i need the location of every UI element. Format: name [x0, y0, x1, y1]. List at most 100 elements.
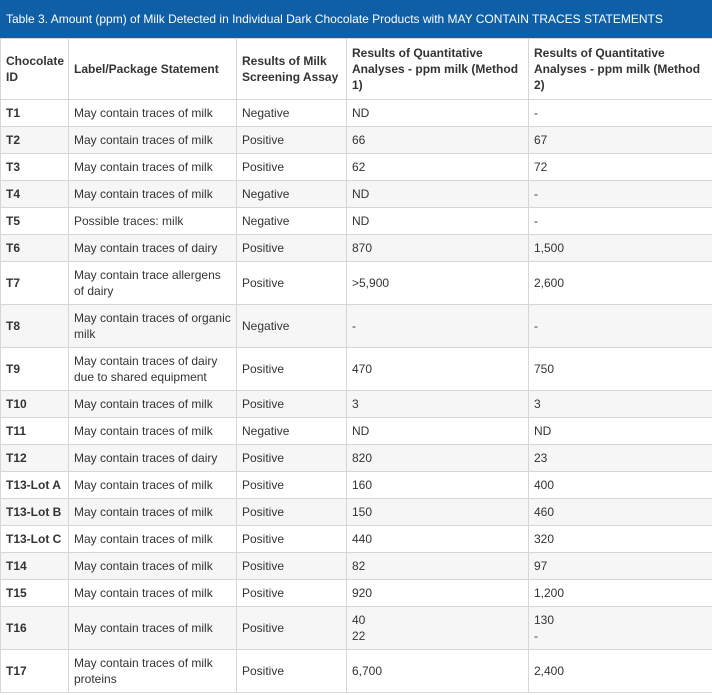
cell-chocolate-id: T11 [0, 417, 69, 445]
cell-chocolate-id: T8 [0, 304, 69, 348]
cell-method-1: 82 [346, 552, 529, 580]
table-row: T9 May contain traces of dairy due to sha… [0, 347, 712, 391]
cell-screening-result: Positive [236, 261, 347, 305]
cell-method-1: 6,700 [346, 649, 529, 693]
cell-chocolate-id: T12 [0, 444, 69, 472]
header-screening-assay: Results of Milk Screening Assay [236, 38, 347, 100]
cell-chocolate-id: T6 [0, 234, 69, 262]
cell-label-statement: May contain traces of milk [68, 579, 237, 607]
cell-method-1: ND [346, 207, 529, 235]
cell-chocolate-id: T16 [0, 606, 69, 650]
cell-screening-result: Positive [236, 471, 347, 499]
table-row: T13-Lot A May contain traces of milk Posit… [0, 471, 712, 499]
cell-method-1: 3 [346, 390, 529, 418]
table-row: T13-Lot C May contain traces of milk Posit… [0, 525, 712, 553]
header-method-1: Results of Quantitative Analyses - ppm m… [346, 38, 529, 100]
cell-label-statement: May contain traces of milk [68, 153, 237, 181]
cell-chocolate-id: T15 [0, 579, 69, 607]
cell-method-1: 66 [346, 126, 529, 154]
cell-method-2: 1,200 [528, 579, 712, 607]
cell-screening-result: Positive [236, 552, 347, 580]
cell-method-1: ND [346, 417, 529, 445]
header-method-2: Results of Quantitative Analyses - ppm m… [528, 38, 712, 100]
cell-method-1: 920 [346, 579, 529, 607]
cell-label-statement: May contain traces of organic milk [68, 304, 237, 348]
cell-chocolate-id: T7 [0, 261, 69, 305]
cell-method-2: 460 [528, 498, 712, 526]
cell-screening-result: Positive [236, 649, 347, 693]
table-row: T15 May contain traces of milk Positive 920… [0, 579, 712, 607]
cell-method-2: ND [528, 417, 712, 445]
cell-chocolate-id: T4 [0, 180, 69, 208]
cell-chocolate-id: T5 [0, 207, 69, 235]
cell-screening-result: Positive [236, 390, 347, 418]
cell-method-1: 62 [346, 153, 529, 181]
cell-method-1: 870 [346, 234, 529, 262]
cell-chocolate-id: T2 [0, 126, 69, 154]
table-row: T3 May contain traces of milk Positive 62 72 [0, 153, 712, 181]
cell-method-2: 400 [528, 471, 712, 499]
cell-method-2: - [528, 304, 712, 348]
table-row: T16 May contain traces of milk Positive 40 2… [0, 606, 712, 650]
cell-label-statement: May contain traces of milk [68, 498, 237, 526]
cell-label-statement: May contain traces of milk [68, 126, 237, 154]
cell-screening-result: Positive [236, 444, 347, 472]
cell-screening-result: Positive [236, 498, 347, 526]
cell-method-1: - [346, 304, 529, 348]
cell-screening-result: Negative [236, 304, 347, 348]
table-row: T4 May contain traces of milk Negative ND - [0, 180, 712, 208]
cell-method-1: 470 [346, 347, 529, 391]
cell-screening-result: Positive [236, 234, 347, 262]
cell-method-1: 820 [346, 444, 529, 472]
cell-screening-result: Negative [236, 180, 347, 208]
table-row: T14 May contain traces of milk Positive 82 9… [0, 552, 712, 580]
table-row: T5 Possible traces: milk Negative ND - [0, 207, 712, 235]
cell-method-2: - [528, 207, 712, 235]
cell-screening-result: Positive [236, 606, 347, 650]
cell-chocolate-id: T3 [0, 153, 69, 181]
cell-chocolate-id: T10 [0, 390, 69, 418]
cell-label-statement: May contain traces of dairy [68, 234, 237, 262]
cell-label-statement: May contain traces of milk [68, 606, 237, 650]
milk-results-table: Chocolate ID Label/Package Statement Res… [0, 38, 712, 693]
header-label-statement: Label/Package Statement [68, 38, 237, 100]
table-container: Table 3. Amount (ppm) of Milk Detected i… [0, 0, 712, 693]
cell-label-statement: May contain traces of milk [68, 552, 237, 580]
cell-method-1: 150 [346, 498, 529, 526]
table-row: T8 May contain traces of organic milk Nega… [0, 304, 712, 348]
cell-method-2: - [528, 180, 712, 208]
cell-label-statement: May contain trace allergens of dairy [68, 261, 237, 305]
table-row: T6 May contain traces of dairy Positive 870… [0, 234, 712, 262]
cell-screening-result: Positive [236, 347, 347, 391]
cell-label-statement: May contain traces of milk [68, 471, 237, 499]
cell-method-1: 440 [346, 525, 529, 553]
cell-screening-result: Positive [236, 126, 347, 154]
cell-chocolate-id: T13-Lot B [0, 498, 69, 526]
cell-method-2: 2,400 [528, 649, 712, 693]
table-row: T11 May contain traces of milk Negative ND N… [0, 417, 712, 445]
cell-method-2-line-2: - [534, 629, 538, 643]
table-row: T2 May contain traces of milk Positive 66 67 [0, 126, 712, 154]
table-row: T12 May contain traces of dairy Positive 82… [0, 444, 712, 472]
table-row: T10 May contain traces of milk Positive 3 3 [0, 390, 712, 418]
table-row: T7 May contain trace allergens of dairy Po… [0, 261, 712, 305]
cell-method-2: 97 [528, 552, 712, 580]
cell-method-1: ND [346, 99, 529, 127]
cell-method-1: ND [346, 180, 529, 208]
cell-method-2: 320 [528, 525, 712, 553]
cell-chocolate-id: T13-Lot A [0, 471, 69, 499]
cell-chocolate-id: T14 [0, 552, 69, 580]
cell-method-1: >5,900 [346, 261, 529, 305]
cell-label-statement: May contain traces of dairy [68, 444, 237, 472]
cell-chocolate-id: T13-Lot C [0, 525, 69, 553]
table-row: T13-Lot B May contain traces of milk Posit… [0, 498, 712, 526]
cell-method-2: 23 [528, 444, 712, 472]
cell-chocolate-id: T17 [0, 649, 69, 693]
cell-chocolate-id: T1 [0, 99, 69, 127]
cell-screening-result: Negative [236, 207, 347, 235]
cell-label-statement: May contain traces of milk [68, 390, 237, 418]
cell-method-1-line-1: 40 [352, 613, 366, 627]
cell-method-1: 160 [346, 471, 529, 499]
cell-method-2: 750 [528, 347, 712, 391]
cell-label-statement: May contain traces of milk [68, 417, 237, 445]
